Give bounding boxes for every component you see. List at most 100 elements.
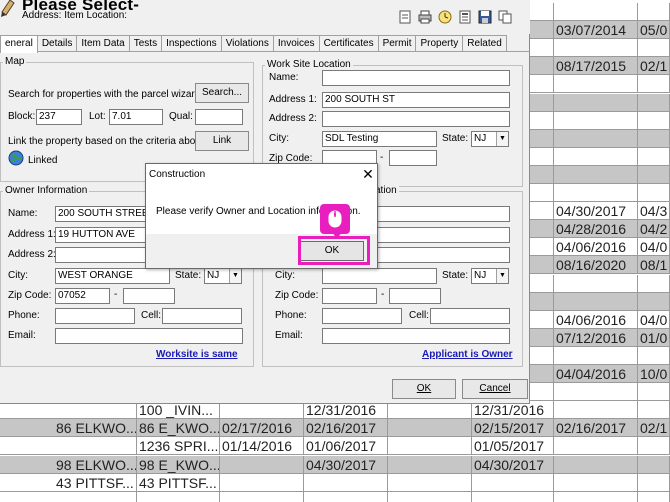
grid-cell — [638, 165, 670, 184]
grid-cell — [554, 75, 638, 94]
owner-cell-field[interactable] — [162, 308, 242, 324]
applicant-city-field[interactable] — [322, 268, 437, 284]
grid-cell — [220, 455, 304, 474]
save-icon[interactable] — [478, 10, 492, 24]
grid-cell — [554, 455, 638, 474]
grid-cell: 05/0 — [638, 21, 670, 40]
applicant-state-select[interactable]: NJ ▼ — [471, 268, 509, 284]
worksite-is-same-link[interactable]: Worksite is same — [156, 349, 238, 360]
cancel-button[interactable]: Cancel — [462, 379, 528, 399]
tab-certificates[interactable]: Certificates — [318, 35, 379, 52]
applicant-cell-field[interactable] — [430, 308, 510, 324]
clock-icon[interactable] — [438, 10, 452, 24]
dropdown-arrow-icon: ▼ — [496, 132, 508, 146]
close-icon[interactable]: ✕ — [359, 165, 377, 183]
link-button[interactable]: Link — [195, 131, 249, 151]
owner-state-label: State: — [175, 270, 202, 281]
grid-cell — [638, 75, 670, 94]
map-legend: Map — [3, 56, 27, 67]
tab-invoices[interactable]: Invoices — [272, 35, 320, 52]
worksite-zip-ext-field[interactable] — [389, 150, 437, 166]
worksite-state-select[interactable]: NJ ▼ — [471, 131, 509, 147]
owner-city-label: City: — [8, 270, 28, 281]
worksite-legend: Work Site Location — [265, 59, 353, 70]
owner-phone-field[interactable] — [55, 308, 135, 324]
tab-strip: eneral Details Item Data Tests Inspections Vi… — [0, 35, 507, 53]
owner-zip-field[interactable]: 07052 — [55, 288, 110, 304]
owner-city-field[interactable]: WEST ORANGE — [55, 268, 170, 284]
grid-cell — [638, 346, 670, 365]
grid-cell — [220, 473, 304, 492]
grid-cell: 03/07/2014 — [554, 21, 638, 40]
grid-cell: 86 ELKWO... — [56, 419, 137, 438]
grid-cell: 43 PITTSF... — [137, 473, 220, 492]
applicant-zip-field[interactable] — [322, 288, 377, 304]
worksite-address2-field[interactable] — [322, 111, 510, 127]
grid-cell — [638, 274, 670, 293]
grid-cell — [638, 455, 670, 474]
document-icon[interactable] — [398, 10, 412, 24]
mouse-icon — [320, 204, 350, 239]
worksite-address1-field[interactable]: 200 SOUTH ST — [322, 92, 510, 108]
tab-property[interactable]: Property — [415, 35, 464, 52]
tab-details[interactable]: Details — [36, 35, 78, 52]
grid-cell: 08/1 — [638, 256, 670, 275]
grid-row[interactable]: 98 ELKWO... 98 E_KWO... 04/30/2017 04/30/20… — [0, 455, 670, 474]
grid-cell: 04/28/2016 — [554, 220, 638, 239]
ok-button[interactable]: OK — [392, 379, 456, 399]
owner-zip-ext-field[interactable] — [123, 288, 175, 304]
grid-cell — [304, 473, 388, 492]
applicant-email-field[interactable] — [322, 328, 510, 344]
tab-related[interactable]: Related — [462, 35, 507, 52]
tab-item-data[interactable]: Item Data — [76, 35, 130, 52]
owner-state-value: NJ — [207, 270, 220, 281]
owner-state-select[interactable]: NJ ▼ — [204, 268, 242, 284]
grid-row[interactable] — [0, 491, 670, 502]
grid-cell: 04/06/2016 — [554, 238, 638, 257]
qual-field[interactable] — [195, 109, 243, 125]
tab-tests[interactable]: Tests — [128, 35, 163, 52]
grid-cell: 04/0 — [638, 310, 670, 329]
tab-violations[interactable]: Violations — [220, 35, 274, 52]
grid-cell — [554, 346, 638, 365]
owner-email-field[interactable] — [55, 328, 243, 344]
block-field[interactable]: 237 — [36, 109, 82, 125]
search-button[interactable]: Search... — [195, 83, 249, 103]
grid-row[interactable]: 1236 SPRI... 01/14/2016 01/06/2017 01/05/20… — [0, 437, 670, 456]
window-subtitle: Address: Item Location: — [22, 10, 128, 21]
worksite-city-field[interactable]: SDL Testing — [322, 131, 437, 147]
tab-permit[interactable]: Permit — [377, 35, 417, 52]
worksite-name-field[interactable] — [322, 70, 510, 86]
linked-status: Linked — [28, 155, 58, 166]
owner-zip-label: Zip Code: — [8, 290, 52, 301]
grid-cell: 04/0 — [638, 238, 670, 257]
notes-icon[interactable] — [458, 10, 472, 24]
lot-label: Lot: — [89, 111, 106, 122]
grid-cell — [638, 383, 670, 402]
grid-cell — [638, 437, 670, 456]
grid-cell: 04/2 — [638, 220, 670, 239]
tab-inspections[interactable]: Inspections — [161, 35, 222, 52]
owner-name-label: Name: — [8, 208, 38, 219]
grid-cell — [554, 184, 638, 202]
grid-cell — [638, 184, 670, 202]
grid-row[interactable]: 86 ELKWO... 86 E_KWO... 02/17/2016 02/16/20… — [0, 419, 670, 438]
copy-icon[interactable] — [498, 10, 512, 24]
applicant-phone-field[interactable] — [322, 308, 402, 324]
print-icon[interactable] — [418, 10, 432, 24]
grid-cell: 08/17/2015 — [554, 57, 638, 76]
grid-cell — [554, 437, 638, 456]
tab-eneral[interactable]: eneral — [0, 35, 38, 53]
toolbar — [398, 10, 512, 26]
grid-cell: 04/30/2017 — [304, 455, 388, 474]
grid-cell — [554, 93, 638, 112]
applicant-zip-label: Zip Code: — [275, 290, 319, 301]
owner-legend: Owner Information — [3, 185, 90, 196]
grid-cell — [554, 473, 638, 492]
applicant-is-owner-link[interactable]: Applicant is Owner — [422, 349, 513, 360]
grid-cell — [638, 3, 670, 21]
lot-field[interactable]: 7.01 — [109, 109, 163, 125]
grid-row[interactable]: 43 PITTSF... 43 PITTSF... — [0, 473, 670, 492]
grid-cell: 98 ELKWO... — [56, 455, 137, 474]
applicant-zip-ext-field[interactable] — [389, 288, 441, 304]
